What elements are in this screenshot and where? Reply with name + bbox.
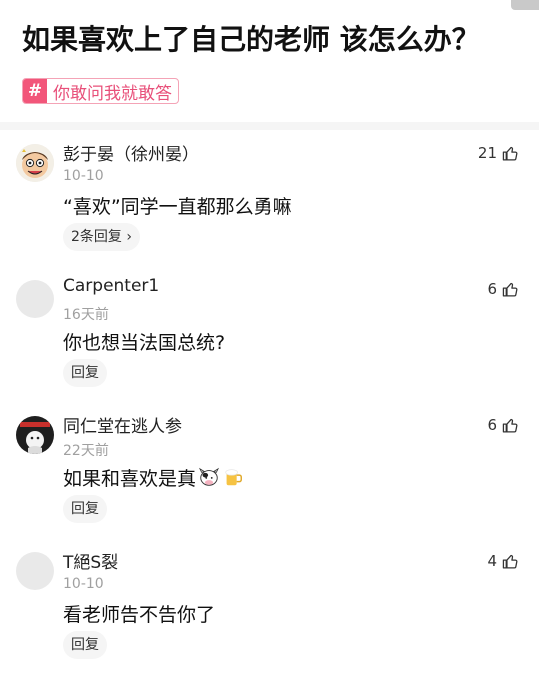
like-count: 21 xyxy=(477,144,497,162)
avatar[interactable] xyxy=(16,280,54,318)
like-button[interactable]: 4 xyxy=(487,552,519,570)
avatar[interactable] xyxy=(16,416,54,454)
comment-item: Carpenter1 16天前 你也想当法国总统? 回复 6 xyxy=(0,266,539,402)
comment-username[interactable]: Carpenter1 xyxy=(63,276,159,296)
section-divider xyxy=(0,122,539,130)
topic-label: 你敢问我就敢答 xyxy=(53,83,172,104)
cartoon-face-avatar-icon xyxy=(16,144,54,182)
chevron-right-icon: › xyxy=(126,229,132,245)
comment-time: 10-10 xyxy=(63,576,104,592)
comment-content: 你也想当法国总统? xyxy=(63,332,226,354)
comment-content-row: 如果和喜欢是真 xyxy=(63,464,244,491)
cow-emoji-icon xyxy=(198,467,220,486)
comment-item: 彭于晏（徐州晏） 10-10 “喜欢”同学一直都那么勇嘛 2条回复 › 21 xyxy=(0,130,539,266)
comment-list: 彭于晏（徐州晏） 10-10 “喜欢”同学一直都那么勇嘛 2条回复 › 21 C… xyxy=(0,130,539,674)
reply-button[interactable]: 回复 xyxy=(63,359,107,387)
comment-content: 如果和喜欢是真 xyxy=(63,468,197,490)
like-button[interactable]: 6 xyxy=(487,280,519,298)
beer-emoji-icon xyxy=(225,469,242,486)
avatar[interactable] xyxy=(16,144,54,182)
reply-count-label: 2条回复 xyxy=(71,229,122,245)
like-count: 4 xyxy=(487,552,497,570)
comment-username[interactable]: 同仁堂在逃人参 xyxy=(63,412,182,437)
dark-character-avatar-icon xyxy=(16,416,54,454)
like-button[interactable]: 21 xyxy=(478,144,519,162)
thumbs-up-icon xyxy=(502,554,518,569)
reply-button[interactable]: 2条回复 › xyxy=(63,223,140,251)
thumbs-up-icon xyxy=(502,282,518,297)
hash-icon: # xyxy=(23,79,47,103)
comment-item: T絕S裂 10-10 看老师告不告你了 回复 4 xyxy=(0,538,539,674)
comment-time: 16天前 xyxy=(63,307,109,323)
comment-time: 22天前 xyxy=(63,443,109,459)
comment-content: 看老师告不告你了 xyxy=(63,604,216,626)
avatar[interactable] xyxy=(16,552,54,590)
thumbs-up-icon xyxy=(502,146,518,161)
topic-tag[interactable]: # 你敢问我就敢答 xyxy=(22,78,179,104)
like-count: 6 xyxy=(487,416,497,434)
thumbs-up-icon xyxy=(502,418,518,433)
corner-badge xyxy=(511,0,539,10)
comment-item: 同仁堂在逃人参 22天前 如果和喜欢是真 回复 6 xyxy=(0,402,539,538)
like-button[interactable]: 6 xyxy=(487,416,519,434)
question-header: 如果喜欢上了自己的老师 该怎么办？ # 你敢问我就敢答 xyxy=(0,0,539,108)
reply-button[interactable]: 回复 xyxy=(63,495,107,523)
comment-username[interactable]: T絕S裂 xyxy=(63,548,118,573)
like-count: 6 xyxy=(487,280,497,298)
comment-username[interactable]: 彭于晏（徐州晏） xyxy=(63,140,199,165)
comment-content: “喜欢”同学一直都那么勇嘛 xyxy=(63,196,292,218)
question-title: 如果喜欢上了自己的老师 该怎么办？ xyxy=(22,23,480,56)
comment-time: 10-10 xyxy=(63,168,104,184)
reply-button[interactable]: 回复 xyxy=(63,631,107,659)
